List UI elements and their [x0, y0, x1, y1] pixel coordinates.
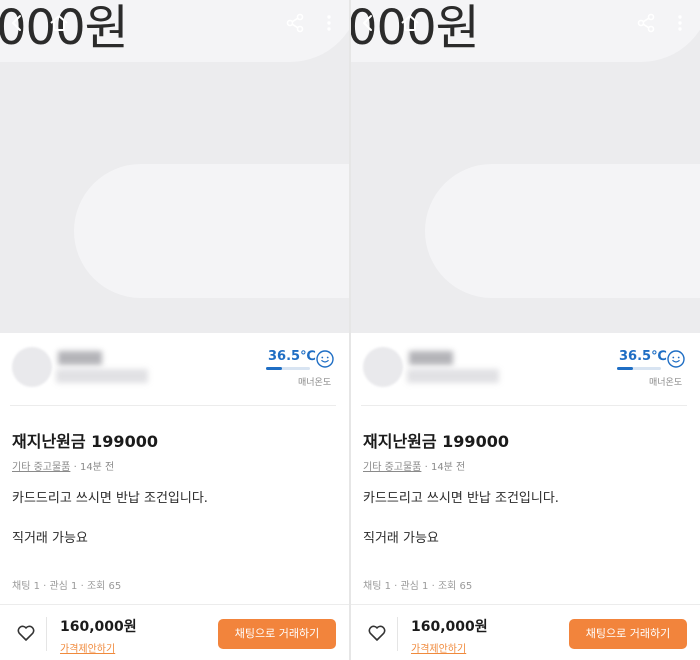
- price-offer-link[interactable]: 가격제안하기: [411, 640, 466, 655]
- post-title: 재지난원금 199000: [363, 432, 509, 451]
- bottom-action-bar: 160,000원 가격제안하기 채팅으로 거래하기: [351, 604, 700, 660]
- screenshot-comparison: 000원 36.5℃ 매너온도 재지난원금 199000 기타 중고물품 · 1…: [0, 0, 700, 660]
- smile-face-icon: [316, 350, 334, 368]
- product-image[interactable]: 000원: [0, 0, 349, 333]
- image-shape-pill: [425, 164, 700, 298]
- more-vertical-icon[interactable]: [318, 12, 342, 36]
- divider: [10, 405, 336, 406]
- avatar[interactable]: [363, 347, 403, 387]
- home-icon[interactable]: [48, 12, 72, 36]
- avatar[interactable]: [12, 347, 52, 387]
- smile-face-icon: [667, 350, 685, 368]
- description-line-2: 직거래 가능요: [12, 531, 88, 546]
- right-screen: 000원 36.5℃ 매너온도 재지난원금 199000 기타 중고물품 · 1…: [351, 0, 700, 660]
- arrow-back-icon[interactable]: [6, 12, 30, 36]
- left-screen: 000원 36.5℃ 매너온도 재지난원금 199000 기타 중고물품 · 1…: [0, 0, 349, 660]
- seller-nickname-blurred: [58, 351, 102, 365]
- category-link[interactable]: 기타 중고물품: [12, 462, 70, 473]
- manner-temperature-bar: [266, 367, 310, 370]
- meta-separator: ·: [424, 462, 428, 473]
- meta-separator: ·: [73, 462, 77, 473]
- seller-nickname-blurred: [409, 351, 453, 365]
- arrow-back-icon[interactable]: [357, 12, 381, 36]
- divider: [361, 405, 687, 406]
- post-time: 14분 전: [430, 462, 466, 473]
- seller-profile[interactable]: 36.5℃ 매너온도: [351, 333, 700, 405]
- description-line-1: 카드드리고 쓰시면 반납 조건입니다.: [363, 491, 559, 506]
- post-meta: 기타 중고물품 · 14분 전: [363, 458, 465, 473]
- price-offer-link[interactable]: 가격제안하기: [60, 640, 115, 655]
- manner-temperature-fill: [617, 367, 634, 370]
- manner-temperature-bar: [617, 367, 661, 370]
- description-line-1: 카드드리고 쓰시면 반납 조건입니다.: [12, 491, 208, 506]
- manner-temperature-value: 36.5℃: [268, 349, 316, 364]
- bottom-action-bar: 160,000원 가격제안하기 채팅으로 거래하기: [0, 604, 349, 660]
- share-icon[interactable]: [635, 12, 659, 36]
- vertical-divider: [46, 617, 47, 651]
- post-time: 14분 전: [79, 462, 115, 473]
- chat-trade-button[interactable]: 채팅으로 거래하기: [218, 619, 336, 649]
- manner-temperature-fill: [266, 367, 283, 370]
- product-image[interactable]: 000원: [351, 0, 700, 333]
- heart-icon[interactable]: [16, 623, 36, 643]
- seller-profile[interactable]: 36.5℃ 매너온도: [0, 333, 349, 405]
- price: 160,000원: [60, 619, 137, 635]
- post-stats: 채팅 1 · 관심 1 · 조회 65: [363, 581, 473, 592]
- seller-location-blurred: [56, 369, 148, 383]
- price: 160,000원: [411, 619, 488, 635]
- manner-temperature-value: 36.5℃: [619, 349, 667, 364]
- vertical-divider: [397, 617, 398, 651]
- post-stats: 채팅 1 · 관심 1 · 조회 65: [12, 581, 122, 592]
- description-line-2: 직거래 가능요: [363, 531, 439, 546]
- share-icon[interactable]: [284, 12, 308, 36]
- home-icon[interactable]: [399, 12, 423, 36]
- manner-temperature-caption: 매너온도: [298, 378, 332, 388]
- chat-trade-button[interactable]: 채팅으로 거래하기: [569, 619, 687, 649]
- seller-location-blurred: [407, 369, 499, 383]
- heart-icon[interactable]: [367, 623, 387, 643]
- manner-temperature-caption: 매너온도: [649, 378, 683, 388]
- category-link[interactable]: 기타 중고물품: [363, 462, 421, 473]
- post-title: 재지난원금 199000: [12, 432, 158, 451]
- image-shape-pill: [74, 164, 349, 298]
- more-vertical-icon[interactable]: [669, 12, 693, 36]
- post-meta: 기타 중고물품 · 14분 전: [12, 458, 114, 473]
